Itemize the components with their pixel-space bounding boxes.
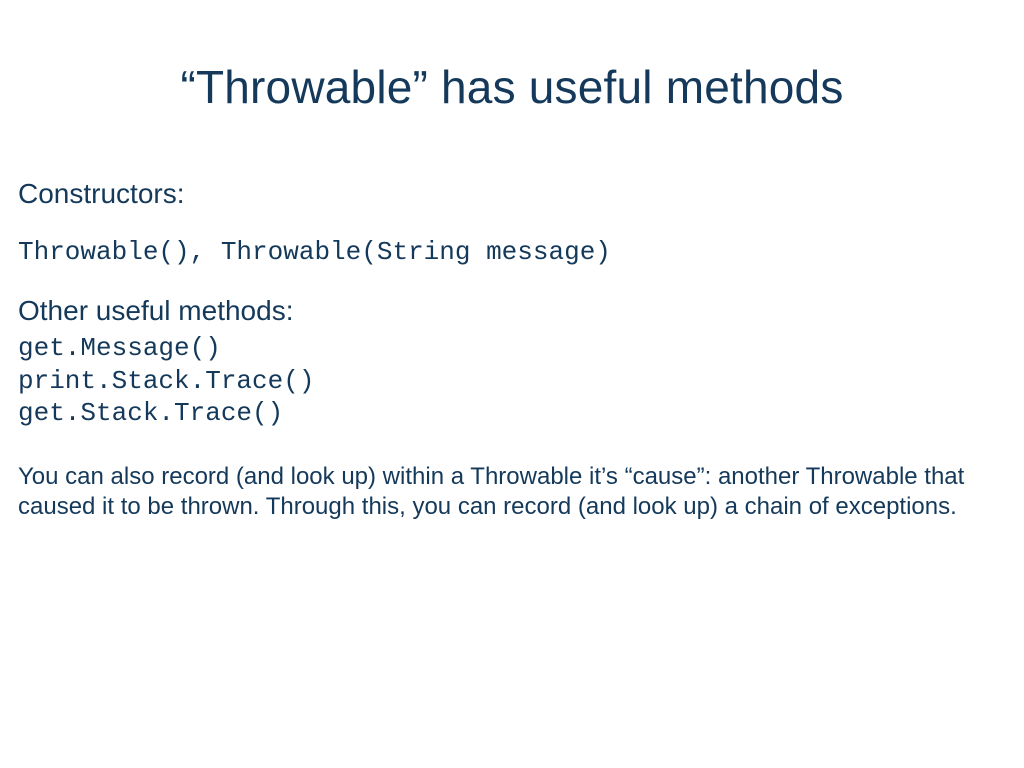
slide-title: “Throwable” has useful methods — [0, 60, 1024, 114]
constructors-heading: Constructors: — [18, 178, 185, 210]
constructors-code: Throwable(), Throwable(String message) — [18, 236, 611, 269]
methods-code: get.Message() print.Stack.Trace() get.St… — [18, 332, 314, 430]
description-paragraph: You can also record (and look up) within… — [18, 462, 1002, 522]
slide: “Throwable” has useful methods Construct… — [0, 0, 1024, 768]
methods-heading: Other useful methods: — [18, 295, 293, 327]
